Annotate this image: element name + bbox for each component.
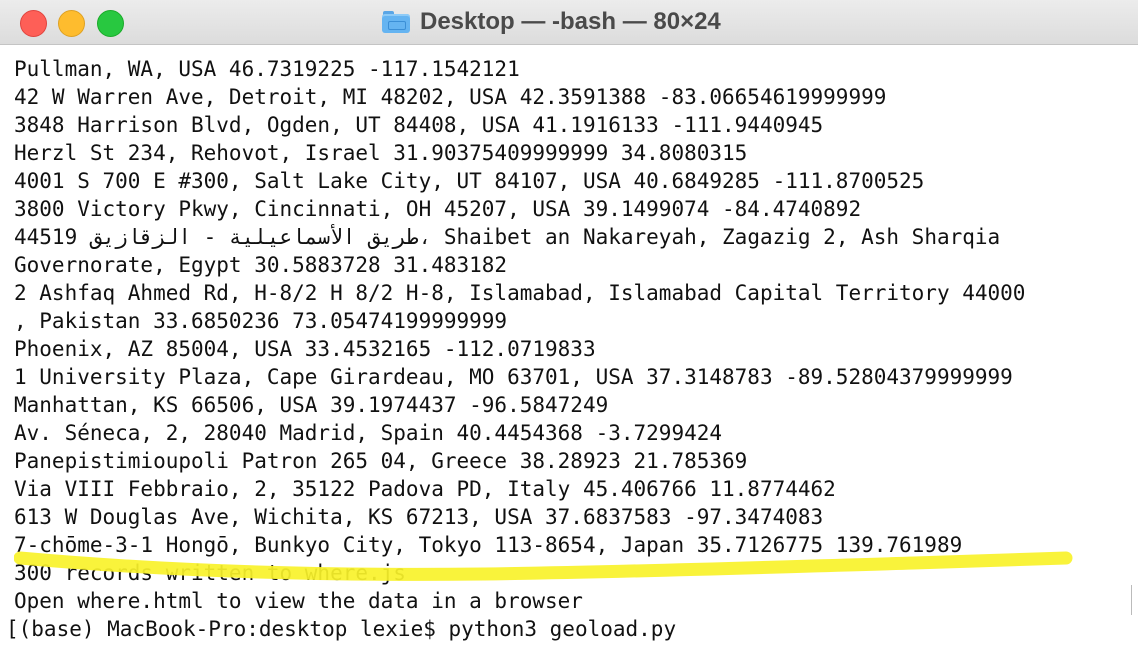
terminal-window: Desktop — -bash — 80×24 Pullman, WA, USA…: [0, 0, 1138, 670]
output-line: , Pakistan 33.6850236 73.05474199999999: [14, 309, 508, 333]
output-line: 7-chōme-3-1 Hongō, Bunkyo City, Tokyo 11…: [14, 533, 963, 557]
output-line: 44519 طريق الأسماعيلية - الزقازيق، Shaib…: [14, 225, 1001, 249]
window-title-text: Desktop — -bash — 80×24: [420, 8, 721, 35]
output-line: Phoenix, AZ 85004, USA 33.4532165 -112.0…: [14, 337, 596, 361]
terminal-output[interactable]: Pullman, WA, USA 46.7319225 -117.1542121…: [0, 45, 1138, 670]
output-line: 2 Ashfaq Ahmed Rd, H-8/2 H 8/2 H-8, Isla…: [14, 281, 1026, 305]
output-line: Governorate, Egypt 30.5883728 31.483182: [14, 253, 508, 277]
output-line: Open where.html to view the data in a br…: [14, 589, 583, 613]
output-line: 42 W Warren Ave, Detroit, MI 48202, USA …: [14, 85, 887, 109]
output-line: Av. Séneca, 2, 28040 Madrid, Spain 40.44…: [14, 421, 723, 445]
window-title: Desktop — -bash — 80×24: [382, 6, 721, 38]
output-line: 613 W Douglas Ave, Wichita, KS 67213, US…: [14, 505, 824, 529]
close-button[interactable]: [20, 10, 47, 37]
minimize-button[interactable]: [58, 10, 85, 37]
output-line: 1 University Plaza, Cape Girardeau, MO 6…: [14, 365, 1013, 389]
command-prompt-line[interactable]: [(base) MacBook-Pro:desktop lexie$ pytho…: [6, 615, 676, 643]
zoom-button[interactable]: [97, 10, 124, 37]
scrollbar-edge[interactable]: [1131, 585, 1138, 615]
output-line: Herzl St 234, Rehovot, Israel 31.9037540…: [14, 141, 748, 165]
output-line: Pullman, WA, USA 46.7319225 -117.1542121: [14, 57, 520, 81]
output-line: 300 records written to where.js: [14, 561, 406, 585]
output-line: Via VIII Febbraio, 2, 35122 Padova PD, I…: [14, 477, 836, 501]
output-line: 4001 S 700 E #300, Salt Lake City, UT 84…: [14, 169, 925, 193]
folder-icon: [382, 11, 410, 33]
output-line: 3800 Victory Pkwy, Cincinnati, OH 45207,…: [14, 197, 862, 221]
output-line: Manhattan, KS 66506, USA 39.1974437 -96.…: [14, 393, 609, 417]
output-line: Panepistimioupoli Patron 265 04, Greece …: [14, 449, 748, 473]
output-line: 3848 Harrison Blvd, Ogden, UT 84408, USA…: [14, 113, 824, 137]
title-bar[interactable]: Desktop — -bash — 80×24: [0, 0, 1138, 45]
